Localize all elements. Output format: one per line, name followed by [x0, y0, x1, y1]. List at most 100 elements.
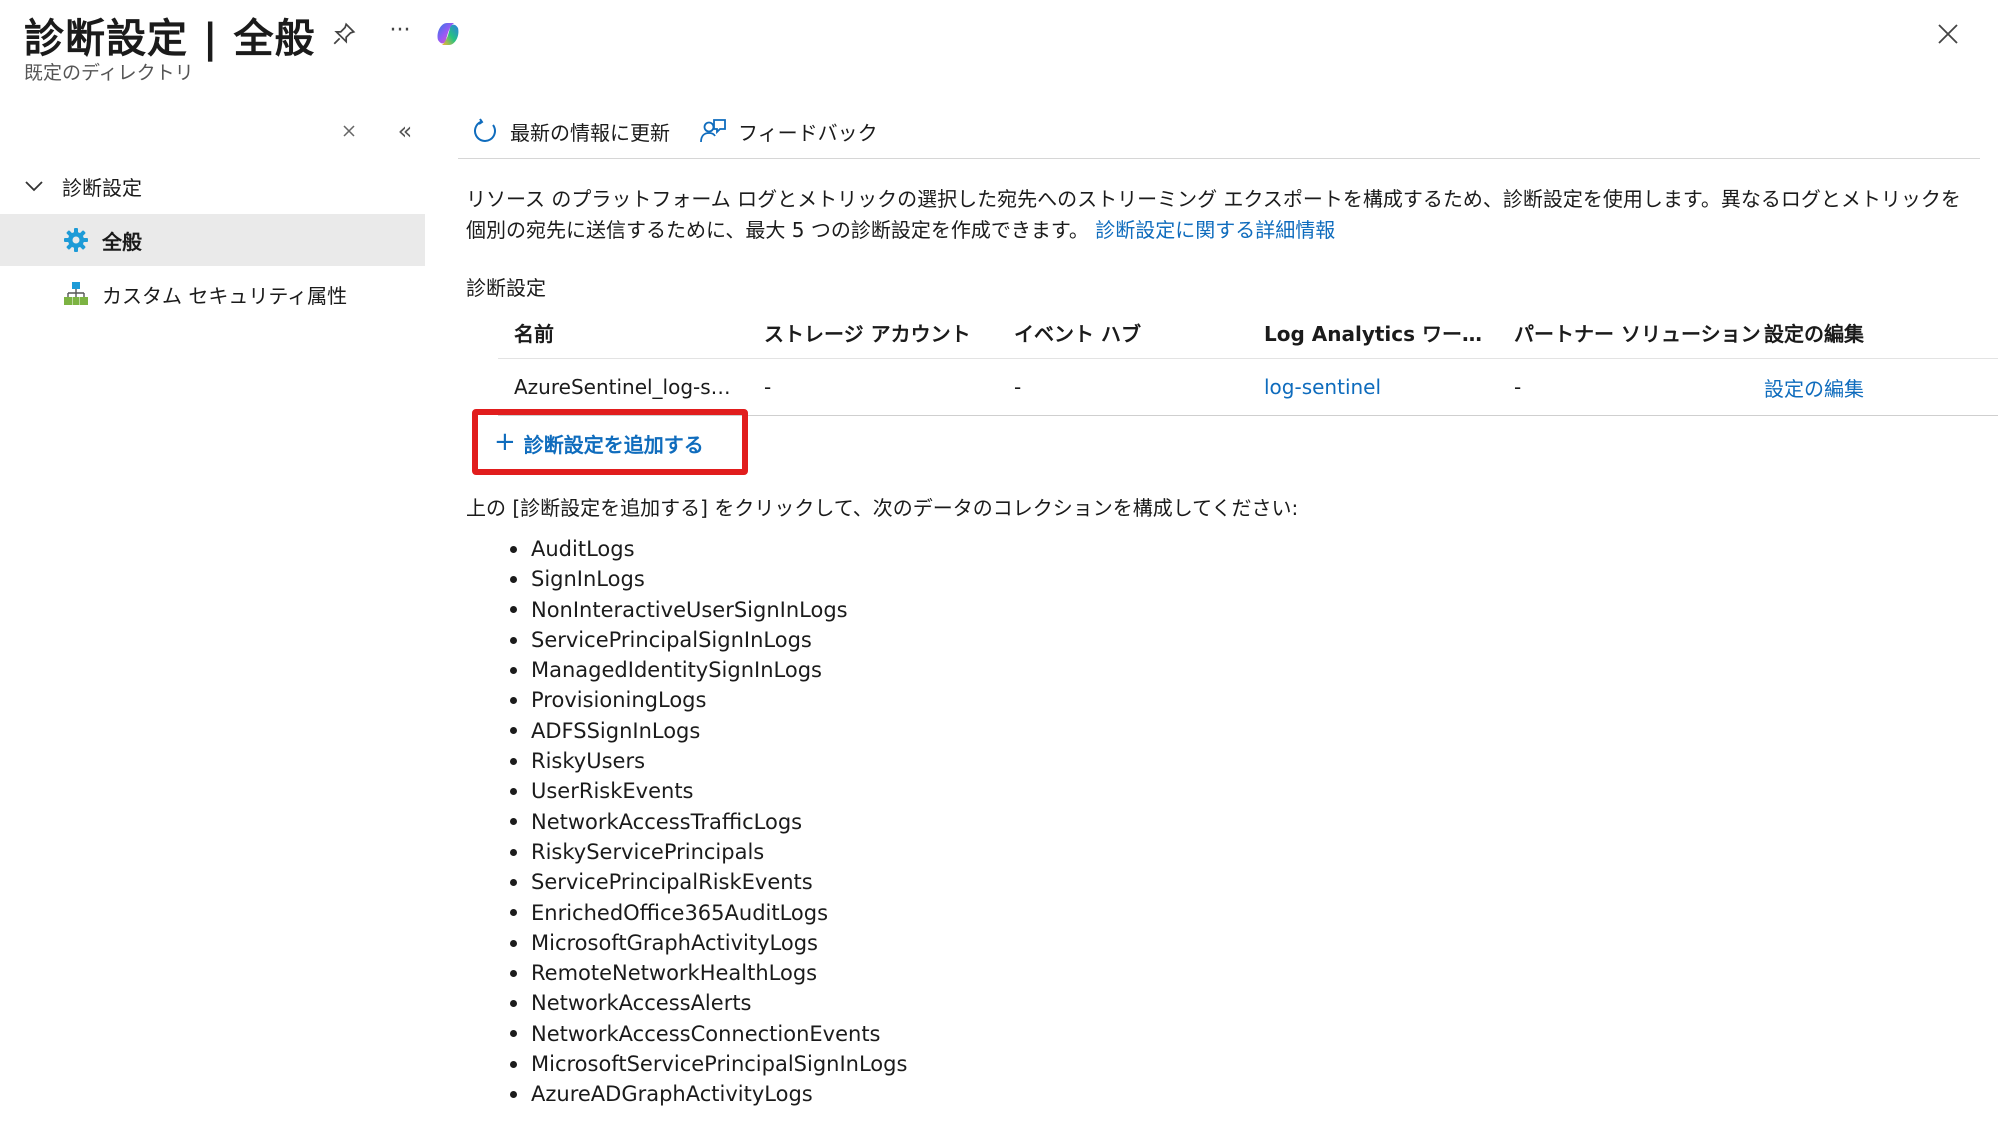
- log-category-label: NetworkAccessConnectionEvents: [531, 1021, 881, 1046]
- page-subtitle: 既定のディレクトリ: [24, 62, 194, 84]
- feedback-label: フィードバック: [738, 120, 878, 145]
- bullet-icon: [510, 727, 517, 735]
- bullet-icon: [510, 788, 517, 796]
- hierarchy-icon: [62, 280, 90, 308]
- log-category-list: AuditLogs SignInLogs NonInteractiveUserSig…: [510, 534, 907, 1110]
- bullet-icon: [510, 757, 517, 765]
- list-item: ProvisioningLogs: [510, 685, 907, 715]
- list-item: ManagedIdentitySignInLogs: [510, 655, 907, 685]
- list-item: NetworkAccessAlerts: [510, 988, 907, 1018]
- bullet-icon: [510, 969, 517, 977]
- bullet-icon: [510, 878, 517, 886]
- list-item: NetworkAccessTrafficLogs: [510, 807, 907, 837]
- cell-partner-solution: -: [1514, 375, 1522, 399]
- feedback-button[interactable]: フィードバック: [698, 116, 878, 146]
- refresh-button[interactable]: 最新の情報に更新: [470, 116, 670, 146]
- log-category-label: AuditLogs: [531, 537, 635, 561]
- log-category-label: NetworkAccessAlerts: [531, 991, 752, 1016]
- log-category-label: SignInLogs: [531, 567, 645, 592]
- table-header-row: 名前 ストレージ アカウント イベント ハブ Log Analytics ワーク…: [498, 306, 1998, 359]
- log-category-label: MicrosoftGraphActivityLogs: [531, 930, 818, 955]
- sidebar-item-general[interactable]: 全般: [0, 214, 425, 266]
- cell-storage-account: -: [764, 375, 772, 399]
- sidebar-item-label: 全般: [102, 229, 142, 254]
- log-category-label: RiskyUsers: [531, 749, 646, 774]
- sidebar-clear-icon[interactable]: [334, 116, 364, 146]
- section-title: 診断設定: [466, 276, 546, 300]
- gear-icon: [62, 226, 90, 254]
- log-category-label: ADFSSignInLogs: [531, 718, 701, 743]
- list-item: ServicePrincipalSignInLogs: [510, 625, 907, 655]
- list-item: EnrichedOffice365AuditLogs: [510, 898, 907, 928]
- log-category-label: EnrichedOffice365AuditLogs: [531, 900, 829, 925]
- list-item: ADFSSignInLogs: [510, 716, 907, 746]
- log-category-label: ServicePrincipalSignInLogs: [531, 627, 812, 652]
- bullet-icon: [510, 1090, 517, 1098]
- refresh-label: 最新の情報に更新: [510, 120, 670, 145]
- feedback-icon: [698, 116, 728, 146]
- list-item: MicrosoftGraphActivityLogs: [510, 928, 907, 958]
- list-item: RiskyServicePrincipals: [510, 837, 907, 867]
- add-diagnostic-setting-label: 診断設定を追加する: [523, 432, 704, 457]
- pin-icon[interactable]: [328, 18, 360, 50]
- bullet-icon: [510, 636, 517, 644]
- bullet-icon: [510, 939, 517, 947]
- learn-more-link[interactable]: 診断設定に関する詳細情報: [1095, 218, 1335, 242]
- cell-event-hub: -: [1014, 375, 1022, 399]
- bullet-icon: [510, 545, 517, 553]
- log-category-label: RiskyServicePrincipals: [531, 839, 765, 864]
- log-analytics-workspace-link[interactable]: log-sentinel: [1248, 375, 1498, 399]
- column-header-log-analytics[interactable]: Log Analytics ワーク…: [1248, 318, 1498, 347]
- bullet-icon: [510, 909, 517, 917]
- table-row: AzureSentinel_log-s… - - log-sentinel - …: [498, 359, 1998, 416]
- column-header-partner-solution[interactable]: パートナー ソリューション: [1498, 318, 1761, 347]
- cell-name: AzureSentinel_log-s…: [514, 375, 731, 399]
- plus-icon: +: [494, 426, 516, 457]
- log-category-label: ManagedIdentitySignInLogs: [531, 658, 822, 683]
- more-options-icon[interactable]: ···: [382, 14, 418, 46]
- description: リソース のプラットフォーム ログとメトリックの選択した宛先へのストリーミング …: [466, 184, 1966, 246]
- bullet-icon: [510, 1060, 517, 1068]
- diagnostic-settings-table: 名前 ストレージ アカウント イベント ハブ Log Analytics ワーク…: [498, 306, 1998, 416]
- add-diagnostic-setting-button[interactable]: + 診断設定を追加する: [494, 424, 704, 462]
- bullet-icon: [510, 818, 517, 826]
- bullet-icon: [510, 697, 517, 705]
- list-item: AuditLogs: [510, 534, 907, 564]
- list-item: MicrosoftServicePrincipalSignInLogs: [510, 1049, 907, 1079]
- bullet-icon: [510, 575, 517, 583]
- list-item: NetworkAccessConnectionEvents: [510, 1019, 907, 1049]
- log-category-label: ProvisioningLogs: [531, 688, 707, 713]
- list-item: AzureADGraphActivityLogs: [510, 1079, 907, 1109]
- sidebar-item-custom-security-attributes[interactable]: カスタム セキュリティ属性: [0, 268, 425, 320]
- log-category-label: NetworkAccessTrafficLogs: [531, 809, 803, 834]
- command-bar: 最新の情報に更新 フィードバック: [470, 110, 906, 152]
- list-item: NonInteractiveUserSignInLogs: [510, 595, 907, 625]
- bullet-icon: [510, 666, 517, 674]
- instruction-text: 上の [診断設定を追加する] をクリックして、次のデータのコレクションを構成して…: [466, 496, 1299, 520]
- column-header-name[interactable]: 名前: [498, 318, 748, 347]
- sidebar-group-label: 診断設定: [62, 175, 142, 200]
- bullet-icon: [510, 848, 517, 856]
- bullet-icon: [510, 606, 517, 614]
- close-icon[interactable]: [1930, 16, 1966, 52]
- column-header-storage-account[interactable]: ストレージ アカウント: [748, 318, 998, 347]
- edit-setting-link[interactable]: 設定の編集: [1748, 373, 1968, 402]
- collapse-sidebar-icon[interactable]: «: [390, 116, 420, 146]
- column-header-edit-setting[interactable]: 設定の編集: [1748, 318, 1968, 347]
- page-title: 診断設定 | 全般: [24, 16, 316, 62]
- log-category-label: ServicePrincipalRiskEvents: [531, 870, 813, 895]
- refresh-icon: [470, 116, 500, 146]
- log-category-label: NonInteractiveUserSignInLogs: [531, 597, 848, 622]
- list-item: UserRiskEvents: [510, 776, 907, 806]
- list-item: SignInLogs: [510, 564, 907, 594]
- chevron-down-icon: [24, 179, 54, 193]
- sidebar-group-diagnostic-settings[interactable]: 診断設定: [24, 166, 142, 206]
- log-category-label: RemoteNetworkHealthLogs: [531, 961, 818, 986]
- bullet-icon: [510, 1030, 517, 1038]
- list-item: RiskyUsers: [510, 746, 907, 776]
- column-header-event-hub[interactable]: イベント ハブ: [998, 318, 1248, 347]
- copilot-icon[interactable]: [430, 16, 466, 52]
- list-item: RemoteNetworkHealthLogs: [510, 958, 907, 988]
- log-category-label: AzureADGraphActivityLogs: [531, 1082, 813, 1107]
- toolbar-divider: [458, 158, 1980, 159]
